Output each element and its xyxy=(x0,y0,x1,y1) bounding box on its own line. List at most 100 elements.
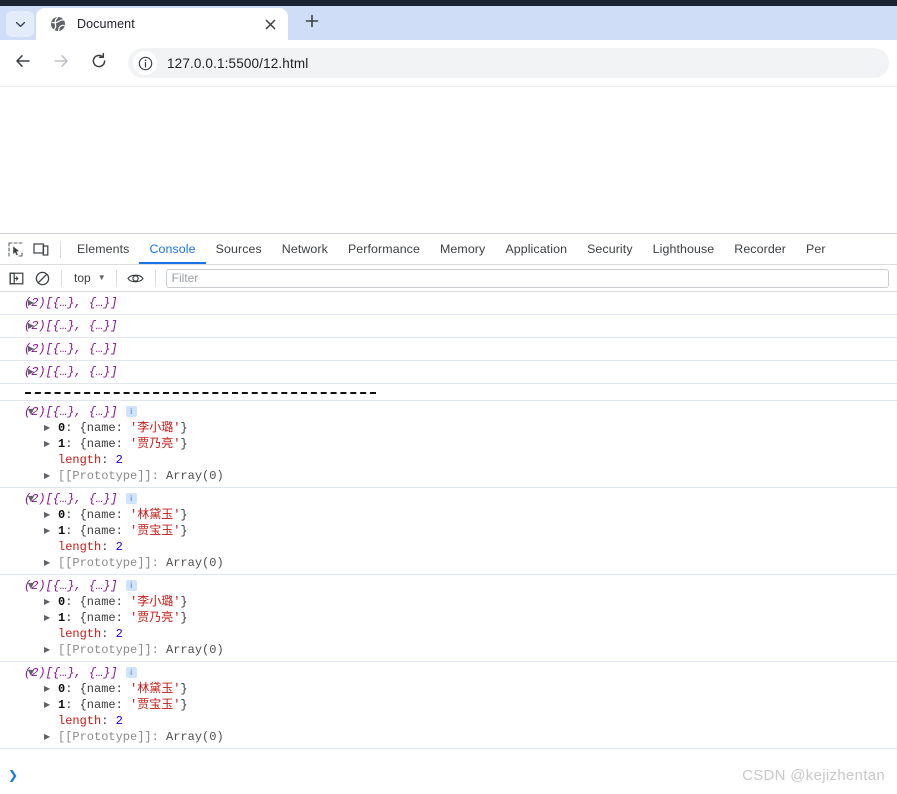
disclosure-triangle-icon[interactable]: ▶ xyxy=(44,594,50,610)
disclosure-triangle-icon[interactable]: ▶ xyxy=(44,507,50,523)
dashed-rule xyxy=(25,392,376,394)
console-toolbar: top ▼ xyxy=(0,265,897,292)
length-key: length xyxy=(58,714,102,728)
length-colon: : xyxy=(101,627,116,641)
disclosure-triangle-icon[interactable]: ▶ xyxy=(44,729,50,745)
devtools-tab-recorder[interactable]: Recorder xyxy=(724,234,796,264)
console-message-expanded[interactable]: ▼ (2) [{…}, {…}] i ▶ 0: {name: '林黛玉'} ▶ 1: {na… xyxy=(0,662,897,749)
prototype-body: [[Prototype]]: Array(0) xyxy=(44,555,224,571)
prototype-row[interactable]: ▶ [[Prototype]]: Array(0) xyxy=(0,468,897,484)
object-property-row[interactable]: ▶ 0: {name: '李小璐'} xyxy=(0,594,897,610)
disclosure-triangle-icon[interactable]: ▶ xyxy=(26,363,36,380)
disclosure-triangle-icon[interactable]: ▶ xyxy=(26,317,36,334)
disclosure-triangle-icon[interactable]: ▼ xyxy=(26,403,36,420)
object-property-row[interactable]: ▶ 1: {name: '贾宝玉'} xyxy=(0,523,897,539)
property-close: } xyxy=(180,421,188,435)
reload-button[interactable] xyxy=(82,46,116,80)
prototype-colon: : xyxy=(151,469,167,483)
length-key: length xyxy=(58,453,102,467)
object-property-row[interactable]: ▶ 1: {name: '贾乃亮'} xyxy=(0,436,897,452)
console-prompt[interactable]: ❯ xyxy=(0,764,897,786)
eye-icon[interactable] xyxy=(123,265,149,291)
console-dashed-separator xyxy=(0,384,897,401)
disclosure-triangle-icon[interactable]: ▶ xyxy=(26,340,36,357)
back-button[interactable] xyxy=(6,46,40,80)
devtools-tab-performance[interactable]: Performance xyxy=(338,234,430,264)
property-close: } xyxy=(180,595,188,609)
disclosure-triangle-icon[interactable]: ▶ xyxy=(44,436,50,452)
devtools-tab-security[interactable]: Security xyxy=(577,234,643,264)
filter-input[interactable] xyxy=(165,268,889,288)
property-body: 1: {name: '贾宝玉'} xyxy=(44,697,188,713)
disclosure-triangle-icon[interactable]: ▶ xyxy=(26,294,36,311)
disclosure-triangle-icon[interactable]: ▼ xyxy=(26,577,36,594)
prototype-row[interactable]: ▶ [[Prototype]]: Array(0) xyxy=(0,555,897,571)
object-property-row[interactable]: ▶ 0: {name: '林黛玉'} xyxy=(0,681,897,697)
devtools-tab-console[interactable]: Console xyxy=(139,234,206,264)
length-value: 2 xyxy=(115,627,123,641)
property-close: } xyxy=(180,682,188,696)
clear-console-icon[interactable] xyxy=(29,265,55,291)
property-body: 1: {name: '贾宝玉'} xyxy=(44,523,188,539)
disclosure-triangle-icon[interactable]: ▶ xyxy=(44,420,50,436)
devtools-tab-network[interactable]: Network xyxy=(272,234,338,264)
property-value: '李小璐' xyxy=(130,421,181,435)
browser-tab[interactable]: Document xyxy=(36,8,288,40)
address-bar[interactable]: 127.0.0.1:5500/12.html xyxy=(128,48,889,78)
array-preview: [{…}, {…}] xyxy=(45,318,118,333)
disclosure-triangle-icon[interactable]: ▶ xyxy=(44,697,50,713)
new-tab-button[interactable] xyxy=(298,9,326,37)
devtools-tab-memory[interactable]: Memory xyxy=(430,234,495,264)
info-badge: i xyxy=(125,580,137,591)
console-message-collapsed[interactable]: ▶ (2) [{…}, {…}] xyxy=(0,338,897,361)
disclosure-triangle-icon[interactable]: ▶ xyxy=(44,468,50,484)
property-close: } xyxy=(180,611,188,625)
info-badge: i xyxy=(125,493,137,504)
show-console-sidebar-icon[interactable] xyxy=(3,265,29,291)
console-message-expanded[interactable]: ▼ (2) [{…}, {…}] i ▶ 0: {name: '林黛玉'} ▶ 1: {na… xyxy=(0,488,897,575)
execution-context-selector[interactable]: top ▼ xyxy=(68,268,110,288)
disclosure-triangle-icon[interactable]: ▶ xyxy=(44,642,50,658)
length-colon: : xyxy=(101,540,116,554)
devtools-tab-application[interactable]: Application xyxy=(495,234,577,264)
devtools-tab-per[interactable]: Per xyxy=(796,234,836,264)
property-text: : {name: xyxy=(65,421,131,435)
console-output[interactable]: ▶ (2) [{…}, {…}] ▶ (2) [{…}, {…}] ▶ (2) [{…},… xyxy=(0,292,897,764)
prototype-row[interactable]: ▶ [[Prototype]]: Array(0) xyxy=(0,729,897,745)
device-toolbar-icon[interactable] xyxy=(28,236,54,262)
disclosure-triangle-icon[interactable]: ▶ xyxy=(44,555,50,571)
console-message-expanded[interactable]: ▼ (2) [{…}, {…}] i ▶ 0: {name: '李小璐'} ▶ 1: {na… xyxy=(0,401,897,488)
disclosure-triangle-icon[interactable]: ▶ xyxy=(44,681,50,697)
array-preview: [{…}, {…}] xyxy=(45,341,118,356)
disclosure-triangle-icon[interactable]: ▼ xyxy=(26,664,36,681)
disclosure-triangle-icon[interactable]: ▶ xyxy=(44,523,50,539)
forward-button[interactable] xyxy=(44,46,78,80)
devtools-tab-elements[interactable]: Elements xyxy=(67,234,139,264)
object-property-row[interactable]: ▶ 1: {name: '贾宝玉'} xyxy=(0,697,897,713)
property-body: 0: {name: '林黛玉'} xyxy=(44,507,188,523)
console-message-collapsed[interactable]: ▶ (2) [{…}, {…}] xyxy=(0,292,897,315)
object-property-row[interactable]: ▶ 1: {name: '贾乃亮'} xyxy=(0,610,897,626)
array-length-row: length: 2 xyxy=(0,539,897,555)
prototype-key: [[Prototype]] xyxy=(58,643,152,657)
disclosure-triangle-icon[interactable]: ▶ xyxy=(44,610,50,626)
console-message-expanded[interactable]: ▼ (2) [{…}, {…}] i ▶ 0: {name: '李小璐'} ▶ 1: {na… xyxy=(0,575,897,662)
property-value: '林黛玉' xyxy=(130,682,181,696)
property-value: '贾乃亮' xyxy=(130,437,181,451)
property-text: : {name: xyxy=(65,595,131,609)
close-icon[interactable] xyxy=(260,14,280,34)
length-colon: : xyxy=(101,714,116,728)
console-message-collapsed[interactable]: ▶ (2) [{…}, {…}] xyxy=(0,361,897,384)
disclosure-triangle-icon[interactable]: ▼ xyxy=(26,490,36,507)
prototype-value: Array(0) xyxy=(166,556,224,570)
tab-search-button[interactable] xyxy=(6,11,34,37)
length-colon: : xyxy=(101,453,116,467)
object-property-row[interactable]: ▶ 0: {name: '李小璐'} xyxy=(0,420,897,436)
prototype-row[interactable]: ▶ [[Prototype]]: Array(0) xyxy=(0,642,897,658)
info-circle-icon[interactable] xyxy=(133,51,157,75)
devtools-tab-sources[interactable]: Sources xyxy=(206,234,272,264)
inspect-element-icon[interactable] xyxy=(2,236,28,262)
devtools-tab-lighthouse[interactable]: Lighthouse xyxy=(643,234,725,264)
object-property-row[interactable]: ▶ 0: {name: '林黛玉'} xyxy=(0,507,897,523)
console-message-collapsed[interactable]: ▶ (2) [{…}, {…}] xyxy=(0,315,897,338)
